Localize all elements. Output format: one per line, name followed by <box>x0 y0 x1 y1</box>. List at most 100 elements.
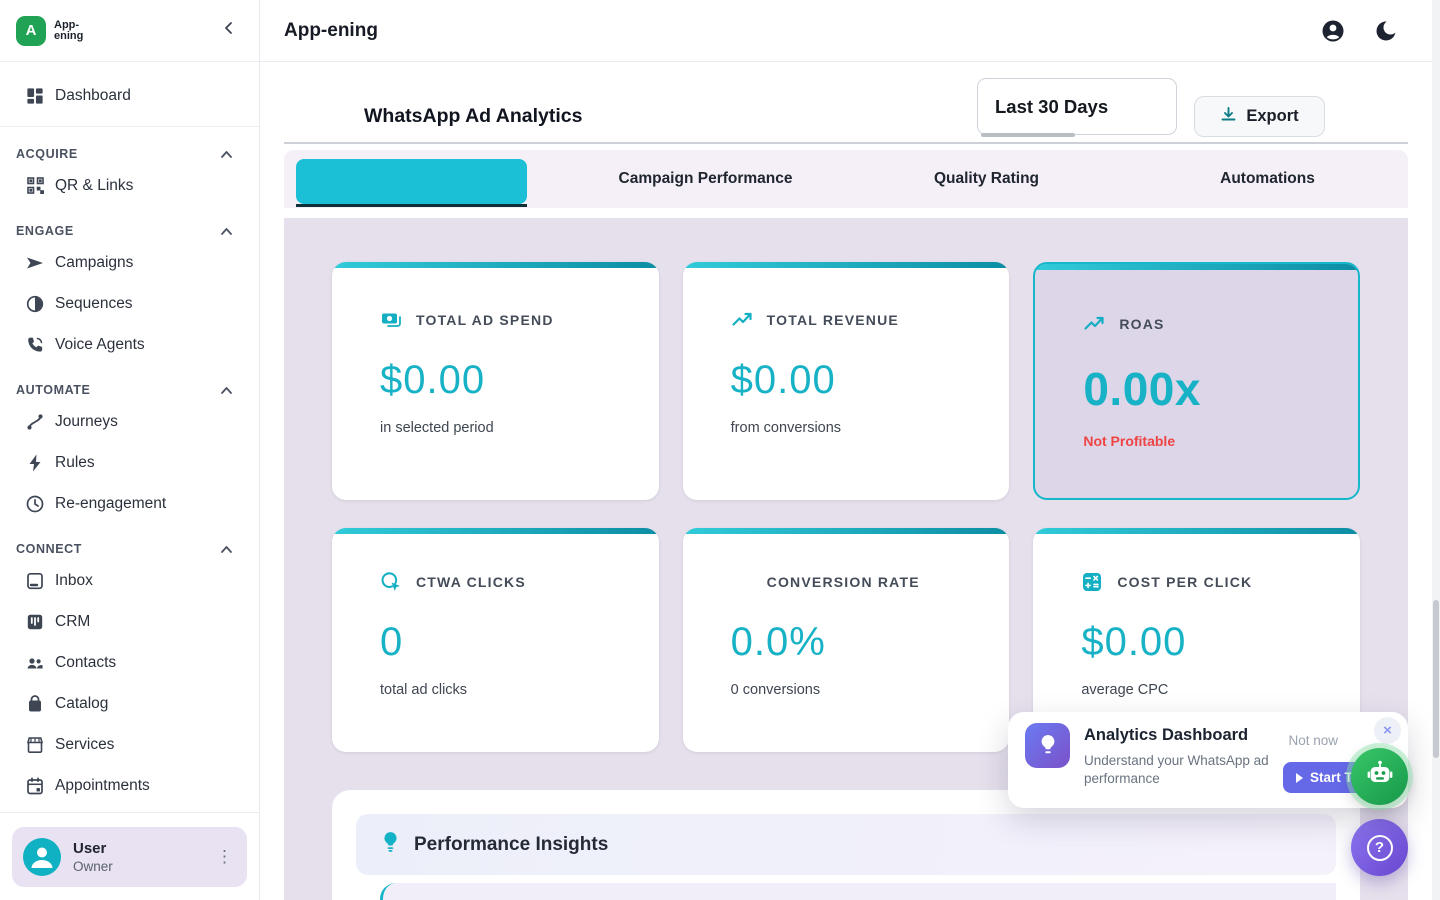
sidebar-item-contacts[interactable]: Contacts <box>0 642 259 683</box>
popup-description: Understand your WhatsApp ad performance <box>1084 752 1279 788</box>
phone-icon <box>24 335 46 355</box>
metric-value: $0.00 <box>731 358 988 403</box>
sidebar-logo-row: A App- ening <box>0 0 259 62</box>
sidebar-section-acquire[interactable]: ACQUIRE <box>0 143 259 165</box>
sidebar-item-label: Re-engagement <box>55 495 166 513</box>
page-scrollbar[interactable] <box>1432 0 1440 900</box>
sidebar-item-sequences[interactable]: Sequences <box>0 283 259 324</box>
chevron-up-icon <box>220 386 233 395</box>
sidebar-item-journeys[interactable]: Journeys <box>0 401 259 442</box>
metric-card-roas[interactable]: ROAS 0.00x Not Profitable <box>1033 262 1360 500</box>
sidebar-section-engage[interactable]: ENGAGE <box>0 220 259 242</box>
sidebar-item-campaigns[interactable]: Campaigns <box>0 242 259 283</box>
sidebar-item-label: Contacts <box>55 654 116 672</box>
tab-automations[interactable]: Automations <box>1220 170 1315 188</box>
tab-cell: Quality Rating <box>846 150 1127 208</box>
chevron-up-icon <box>220 150 233 159</box>
trend-up-icon <box>1083 313 1105 335</box>
sidebar-item-label: Inbox <box>55 572 93 590</box>
sidebar-item-label: Services <box>55 736 114 754</box>
tab-cell <box>284 150 565 208</box>
sidebar-item-dashboard[interactable]: Dashboard <box>0 75 259 116</box>
sidebar-item-label: Sequences <box>55 295 133 313</box>
play-icon <box>1296 773 1303 783</box>
export-label: Export <box>1246 107 1298 126</box>
metric-subtitle: in selected period <box>380 420 637 436</box>
chatbot-button[interactable] <box>1351 748 1408 805</box>
export-button[interactable]: Export <box>1194 96 1325 137</box>
tab-cell: Campaign Performance <box>565 150 846 208</box>
metric-cards-grid: TOTAL AD SPEND $0.00 in selected period … <box>332 262 1360 752</box>
date-range-value: Last 30 Days <box>995 96 1108 118</box>
sidebar-collapse-button[interactable] <box>217 19 241 43</box>
tab-quality-rating[interactable]: Quality Rating <box>934 170 1039 188</box>
people-icon <box>24 653 46 673</box>
user-name: User <box>73 840 113 857</box>
sidebar-item-voice-agents[interactable]: Voice Agents <box>0 324 259 365</box>
metric-label: COST PER CLICK <box>1117 574 1252 590</box>
metric-label: TOTAL REVENUE <box>767 312 899 328</box>
chevron-up-icon <box>220 227 233 236</box>
popup-title: Analytics Dashboard <box>1084 726 1248 745</box>
avatar <box>23 838 61 876</box>
dark-mode-moon-icon[interactable] <box>1374 19 1398 43</box>
metric-subtitle: from conversions <box>731 420 988 436</box>
sidebar-item-re-engagement[interactable]: Re-engagement <box>0 483 259 524</box>
tab-bar: Campaign Performance Quality Rating Auto… <box>284 150 1408 208</box>
header-divider <box>284 142 1408 144</box>
metric-value: $0.00 <box>1081 620 1338 665</box>
account-icon[interactable] <box>1320 18 1346 44</box>
metric-label: TOTAL AD SPEND <box>416 312 554 328</box>
select-artifact <box>981 133 1075 137</box>
metric-status: Not Profitable <box>1083 433 1336 449</box>
sidebar-item-services[interactable]: Services <box>0 724 259 765</box>
metric-label: CTWA CLICKS <box>416 574 526 590</box>
sidebar-item-label: Appointments <box>55 777 150 795</box>
brand-logo: A <box>16 16 46 46</box>
not-now-button[interactable]: Not now <box>1288 733 1338 748</box>
qr-code-icon <box>24 176 46 195</box>
sidebar-item-qr-links[interactable]: QR & Links <box>0 165 259 206</box>
topbar: App-ening <box>260 0 1432 62</box>
send-icon <box>24 253 46 273</box>
sidebar-section-connect[interactable]: CONNECT <box>0 538 259 560</box>
sidebar: A App- ening Dashboard ACQUIRE <box>0 0 260 900</box>
lightning-icon <box>24 453 46 473</box>
trend-up-icon <box>731 309 753 331</box>
sidebar-item-label: Journeys <box>55 413 118 431</box>
tab-campaign-performance[interactable]: Campaign Performance <box>619 170 793 188</box>
chevron-up-icon <box>220 545 233 554</box>
sidebar-item-label: QR & Links <box>55 177 133 195</box>
shopping-bag-icon <box>24 694 46 714</box>
metric-card-conversion-rate: CONVERSION RATE 0.0% 0 conversions <box>683 528 1010 752</box>
dashboard-icon <box>24 86 46 106</box>
app-title: App-ening <box>284 20 378 42</box>
sidebar-item-catalog[interactable]: Catalog <box>0 683 259 724</box>
sidebar-item-label: Campaigns <box>55 254 133 272</box>
analytics-dashboard-popup: Analytics Dashboard Understand your What… <box>1008 712 1408 808</box>
metric-subtitle: 0 conversions <box>731 682 988 698</box>
insight-item <box>380 883 1336 900</box>
tab-overview-active[interactable] <box>296 159 527 204</box>
blank-icon-slot <box>731 571 753 593</box>
insights-header: Performance Insights <box>356 814 1336 875</box>
sidebar-item-inbox[interactable]: Inbox <box>0 560 259 601</box>
user-menu-button[interactable]: ⋮ <box>216 847 233 867</box>
clock-icon <box>24 494 46 514</box>
metric-label: ROAS <box>1119 316 1164 332</box>
click-icon <box>380 571 402 593</box>
sidebar-item-appointments[interactable]: Appointments <box>0 765 259 806</box>
scrollbar-thumb[interactable] <box>1433 600 1439 758</box>
robot-icon <box>1365 759 1395 794</box>
inbox-icon <box>24 571 46 591</box>
user-card[interactable]: User Owner ⋮ <box>12 827 247 887</box>
metric-card-ctwa-clicks: CTWA CLICKS 0 total ad clicks <box>332 528 659 752</box>
lightbulb-icon <box>1025 723 1070 768</box>
sidebar-section-automate[interactable]: AUTOMATE <box>0 379 259 401</box>
sidebar-item-rules[interactable]: Rules <box>0 442 259 483</box>
metric-card-total-ad-spend: TOTAL AD SPEND $0.00 in selected period <box>332 262 659 500</box>
close-icon[interactable]: × <box>1374 717 1401 744</box>
help-button[interactable]: ? <box>1351 819 1408 876</box>
sidebar-item-crm[interactable]: CRM <box>0 601 259 642</box>
date-range-select[interactable]: Last 30 Days <box>977 78 1177 135</box>
